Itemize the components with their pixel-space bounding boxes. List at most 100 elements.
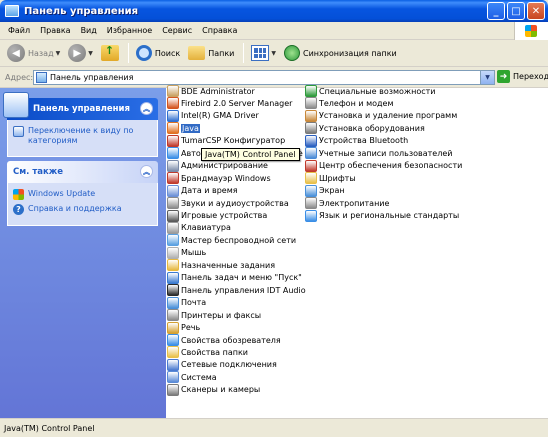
applet-icon [167,184,179,197]
folders-button[interactable]: Папки [185,42,237,64]
control-panel-item[interactable]: Intel(R) GMA Driver [167,109,259,122]
item-label: Firebird 2.0 Server Manager [181,98,293,108]
control-panel-item[interactable]: Сетевые подключения [167,358,277,371]
views-dropdown-icon[interactable]: ▼ [271,50,276,57]
control-panel-item[interactable]: Java [167,122,200,135]
control-panel-section: Панель управления ︽ Переключение к виду … [3,92,158,157]
item-label: Установка оборудования [319,123,425,133]
item-label: Мастер беспроводной сети [181,235,297,245]
applet-icon [167,197,179,210]
menu-view[interactable]: Вид [76,26,102,35]
applet-icon [167,321,179,334]
close-button[interactable]: ✕ [527,2,545,20]
windows-update-icon [13,189,24,200]
control-panel-item[interactable]: Телефон и модем [305,97,394,110]
control-panel-item[interactable]: Звуки и аудиоустройства [167,197,289,210]
sync-button[interactable]: Синхронизация папки [281,42,400,64]
control-panel-item[interactable]: Шрифты [305,172,356,185]
control-panel-item[interactable]: Панель задач и меню "Пуск" [167,271,302,284]
control-panel-item[interactable]: Свойства папки [167,346,248,359]
minimize-button[interactable]: _ [487,2,505,20]
back-button[interactable]: ◀ Назад ▼ [4,42,63,64]
go-button[interactable]: ➜ Переход [497,70,548,83]
item-label: Учетные записи пользователей [319,148,453,158]
control-panel-item[interactable]: Речь [167,321,200,334]
address-dropdown-icon[interactable]: ▼ [480,71,494,84]
item-label: Панель управления IDT Audio [181,285,306,295]
control-panel-item[interactable]: Мастер беспроводной сети [167,234,297,247]
folder-up-icon [100,44,119,61]
section-title: Панель управления [33,104,130,114]
go-arrow-icon: ➜ [497,70,510,83]
control-panel-item[interactable]: Принтеры и факсы [167,309,261,322]
control-panel-item[interactable]: Специальные возможности [305,85,436,97]
address-input[interactable]: Панель управления ▼ [33,70,495,85]
menu-tools[interactable]: Сервис [157,26,197,35]
control-panel-item[interactable]: Панель управления IDT Audio [167,284,306,297]
applet-icon [167,221,179,234]
forward-dropdown-icon[interactable]: ▼ [88,50,93,57]
control-panel-section-header[interactable]: Панель управления ︽ [3,92,158,120]
menu-edit[interactable]: Правка [35,26,75,35]
item-label: Телефон и модем [319,98,394,108]
control-panel-item[interactable]: Firebird 2.0 Server Manager [167,97,293,110]
menu-favorites[interactable]: Избранное [102,26,157,35]
views-button[interactable]: ▼ [248,42,279,64]
item-label: Электропитание [319,198,390,208]
control-panel-item[interactable]: Мышь [167,246,206,259]
item-label: Игровые устройства [181,211,268,220]
maximize-button[interactable]: □ [507,2,525,20]
menu-help[interactable]: Справка [197,26,242,35]
up-button[interactable] [98,42,122,64]
control-panel-item[interactable]: Назначенные задания [167,259,276,272]
item-label: TumarCSP Конфигуратор [181,136,286,146]
control-panel-item[interactable]: Электропитание [305,197,390,210]
control-panel-item[interactable]: Дата и время [167,184,238,197]
control-panel-icon [5,5,19,17]
collapse-icon[interactable]: ︽ [140,102,153,115]
applet-icon [305,85,317,97]
control-panel-item[interactable]: Устройства Bluetooth [305,134,408,147]
control-panel-item[interactable]: Установка и удаление программ [305,109,457,122]
control-panel-item[interactable]: Игровые устройства [167,209,268,222]
control-panel-item[interactable]: Почта [167,296,206,309]
collapse-icon[interactable]: ︽ [140,165,153,178]
control-panel-item[interactable]: BDE Administrator [167,85,255,97]
control-panel-item[interactable]: Сканеры и камеры [167,383,260,396]
control-panel-item[interactable]: Свойства обозревателя [167,334,281,346]
link-label: Переключение к виду по категориям [28,126,134,145]
applet-icon [305,172,317,185]
applet-icon [305,122,317,135]
forward-button[interactable]: ▶ ▼ [65,42,96,64]
applet-icon [167,97,179,110]
menu-file[interactable]: Файл [3,26,35,35]
applet-icon [305,184,317,197]
applet-icon [167,259,179,272]
switch-to-category-view-link[interactable]: Переключение к виду по категориям [13,126,152,146]
category-view-icon [13,126,24,137]
search-icon [135,45,152,61]
applet-icon [167,172,179,185]
help-and-support-link[interactable]: ? Справка и поддержка [13,204,152,215]
control-panel-item[interactable]: Центр обеспечения безопасности [305,159,462,172]
control-panel-item[interactable]: Клавиатура [167,221,231,234]
control-panel-item[interactable]: Экран [305,184,345,197]
toolbar-separator [243,43,245,63]
control-panel-item[interactable]: Учетные записи пользователей [305,147,453,160]
address-label: Адрес: [5,72,34,82]
control-panel-item[interactable]: Система [167,371,217,384]
control-panel-item[interactable]: Установка оборудования [305,122,425,135]
control-panel-item[interactable]: TumarCSP Конфигуратор [167,134,286,147]
applet-icon [305,97,317,110]
item-label: Назначенные задания [181,260,276,270]
item-label: Администрирование [181,161,268,171]
control-panel-item[interactable]: Язык и региональные стандарты [305,209,459,222]
applet-icon [305,109,317,122]
control-panel-item[interactable]: Администрирование [167,159,268,172]
see-also-header[interactable]: См. также ︽ [7,161,158,183]
control-panel-icon [36,72,47,83]
search-button[interactable]: Поиск [133,42,183,64]
control-panel-item[interactable]: Брандмауэр Windows [167,172,271,185]
windows-update-link[interactable]: Windows Update [13,189,152,200]
back-dropdown-icon[interactable]: ▼ [56,50,61,57]
